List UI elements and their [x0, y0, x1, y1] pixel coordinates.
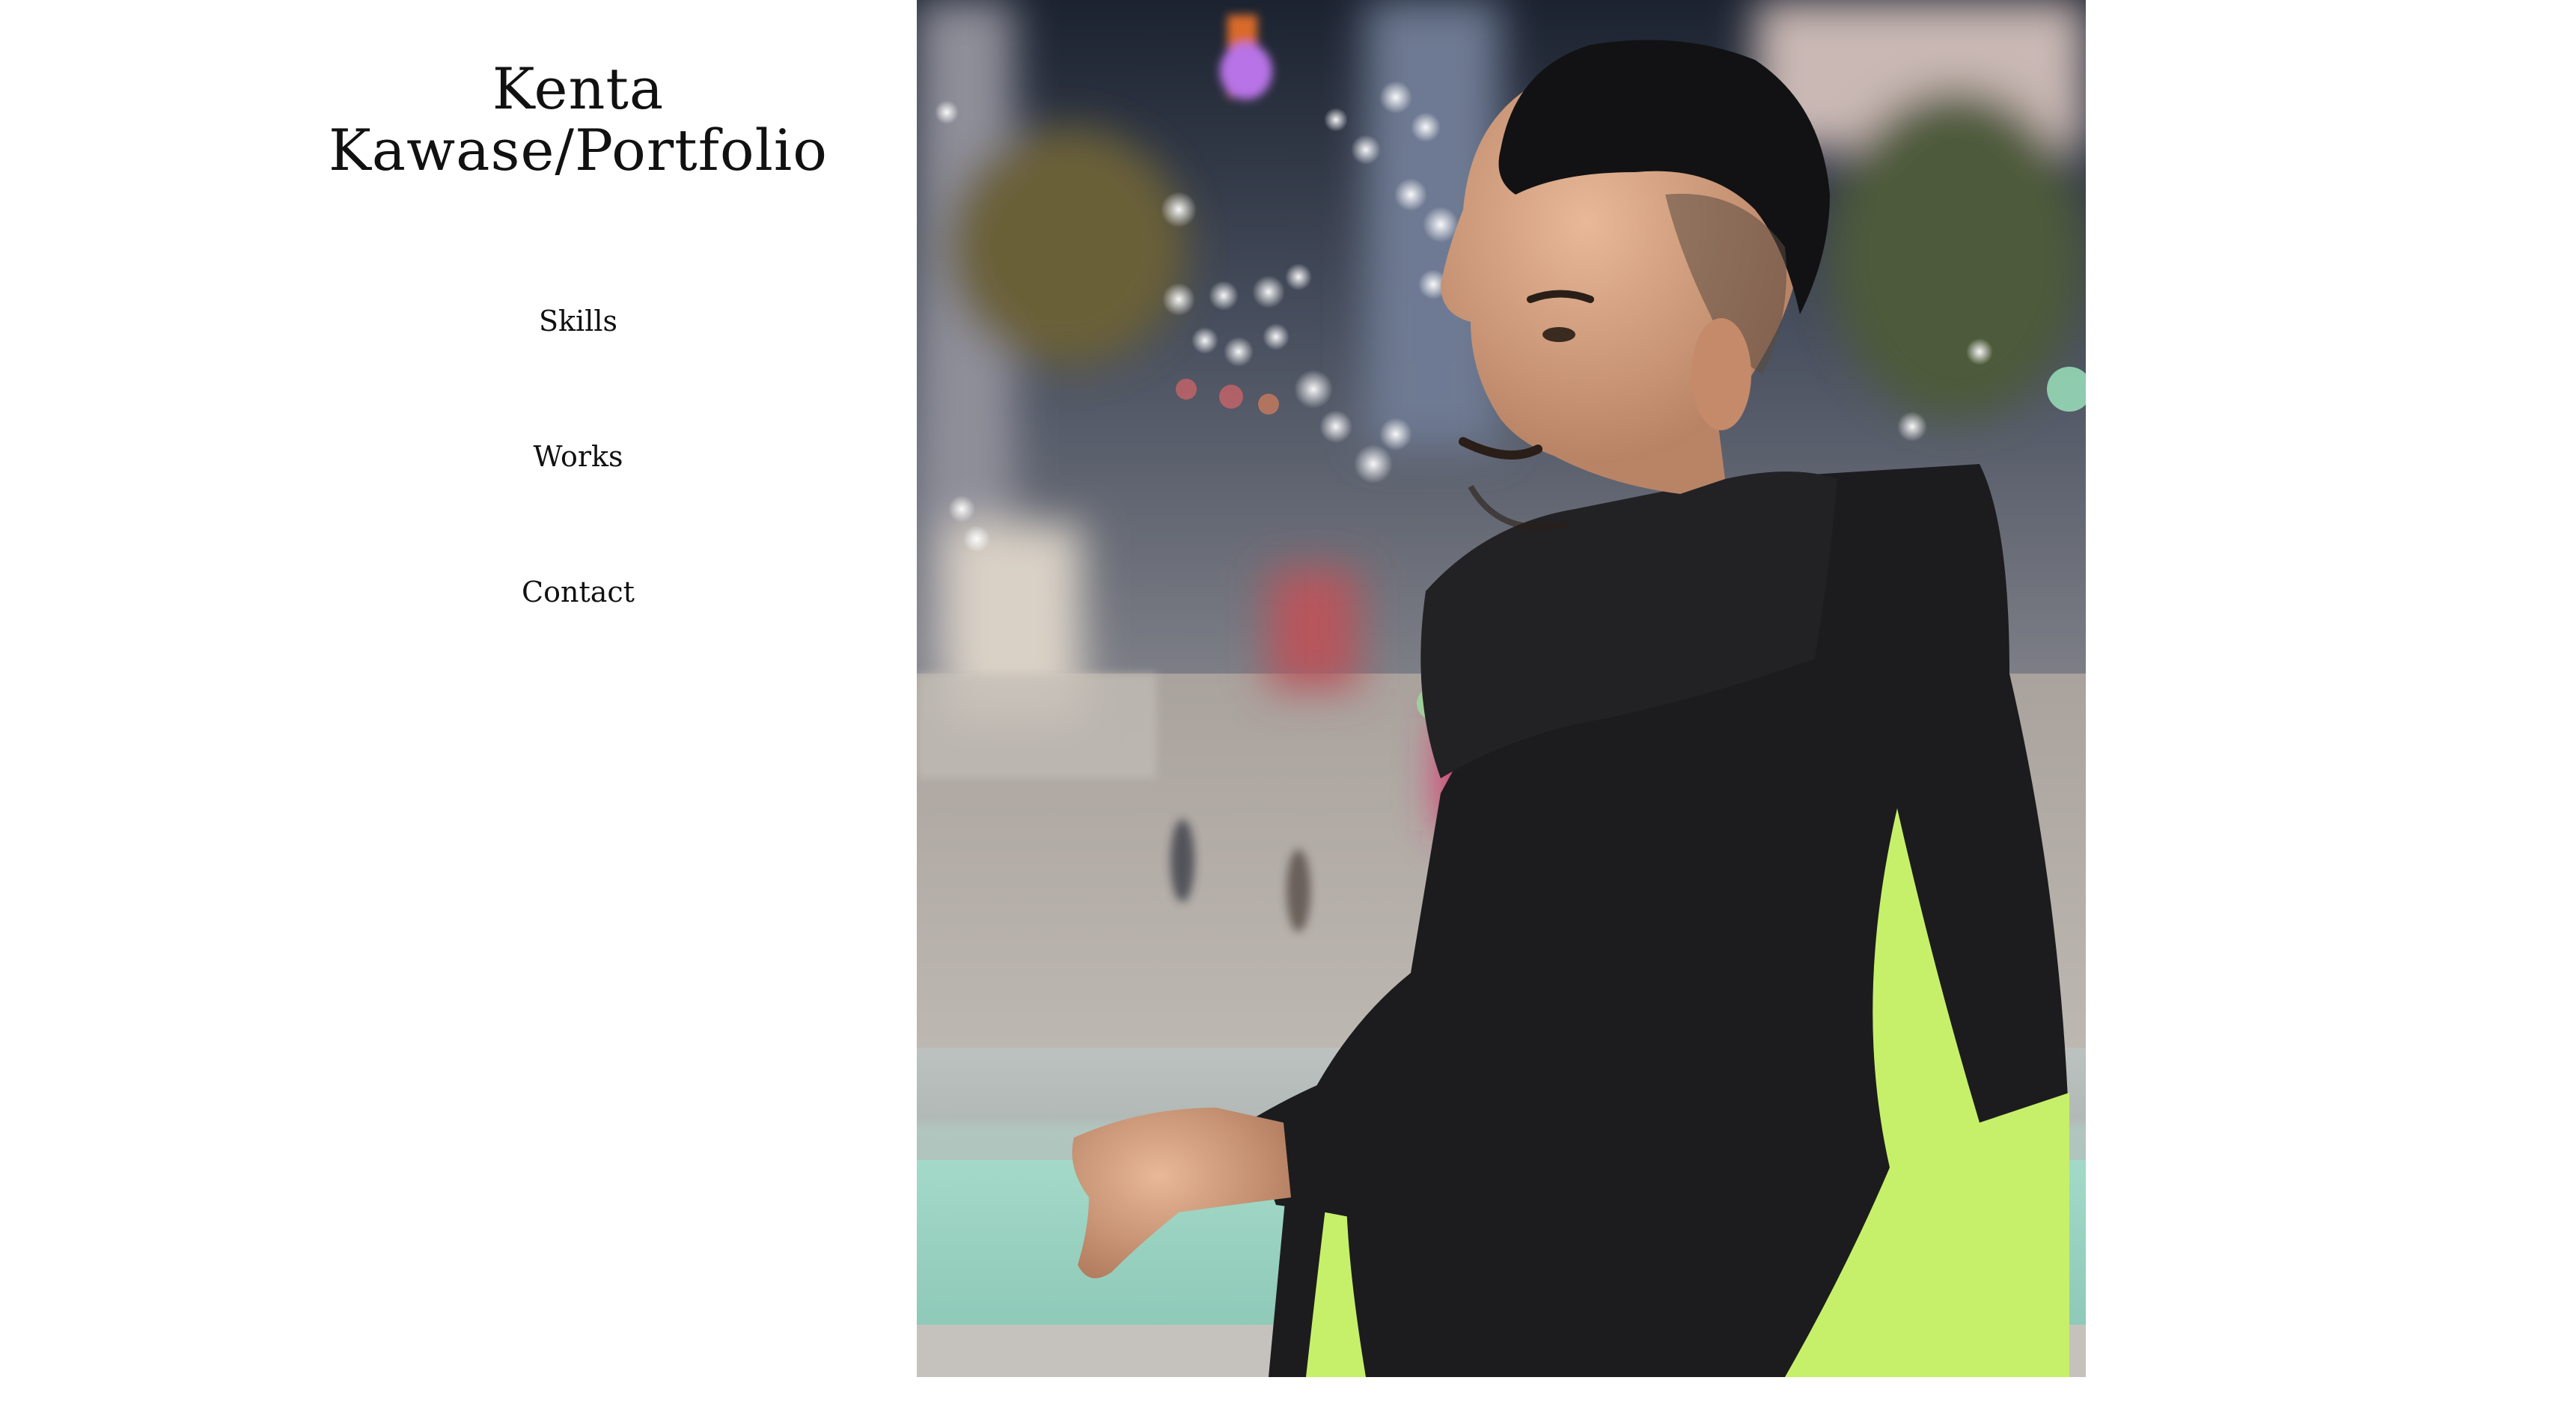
portrait-photo: [917, 0, 2086, 1377]
hero-photo: [917, 0, 2086, 1377]
